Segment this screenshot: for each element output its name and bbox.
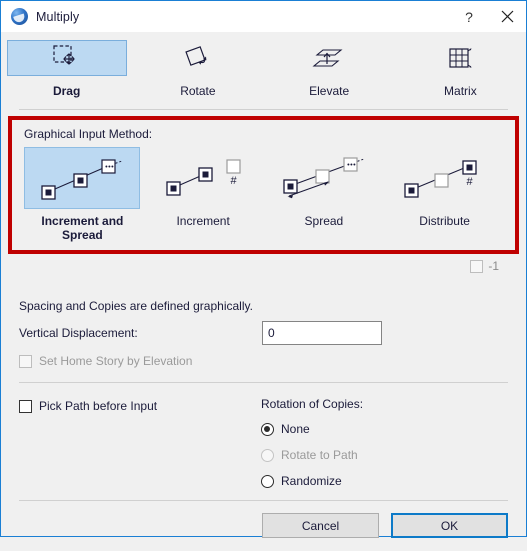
body-divider (19, 382, 508, 383)
radio-randomize[interactable] (261, 474, 274, 488)
close-icon (501, 10, 513, 23)
method-icon-box-distribute: # (387, 147, 503, 209)
matrix-icon (449, 48, 472, 68)
spread-icon (283, 157, 365, 199)
footer-divider (19, 500, 508, 501)
mode-icon-box-rotate (138, 40, 258, 76)
mode-tab-elevate[interactable]: Elevate (264, 40, 395, 102)
cancel-button[interactable]: Cancel (262, 513, 379, 538)
multiply-dialog: Multiply ? Drag Rotate Elevate Matrix Gr… (0, 0, 527, 538)
elevate-icon (312, 49, 343, 67)
help-button[interactable]: ? (450, 1, 488, 32)
increment-icon: # (166, 159, 241, 196)
mode-icon-box-drag (6, 40, 127, 76)
mode-tab-matrix[interactable]: Matrix (395, 40, 526, 102)
method-distribute[interactable]: # Distribute (384, 147, 505, 242)
mode-toolbar: Drag Rotate Elevate Matrix (1, 32, 526, 110)
mode-label-matrix: Matrix (444, 84, 477, 98)
minus-one-checkbox[interactable] (470, 259, 484, 273)
method-increment[interactable]: # Increment (143, 147, 264, 242)
vertical-displacement-input[interactable] (262, 321, 382, 345)
set-home-story-label: Set Home Story by Elevation (39, 354, 193, 368)
footer-buttons: Cancel OK (19, 513, 508, 538)
graphical-input-group-label: Graphical Input Method: (24, 127, 153, 141)
radio-label-rotate-to-path: Rotate to Path (281, 448, 358, 462)
ok-button[interactable]: OK (391, 513, 508, 538)
set-home-story-checkbox[interactable] (19, 354, 32, 368)
graphical-input-highlight: Graphical Input Method: Increment and Sp… (8, 116, 519, 254)
drag-icon (53, 45, 75, 65)
toolbar-divider (19, 109, 508, 110)
set-home-story-row[interactable]: Set Home Story by Elevation (19, 354, 508, 368)
method-icon-box-spread (266, 147, 382, 209)
options-columns: Pick Path before Input Rotation of Copie… (19, 397, 508, 500)
vertical-displacement-row: Vertical Displacement: (19, 321, 508, 345)
pick-path-label: Pick Path before Input (39, 399, 158, 413)
vertical-displacement-label: Vertical Displacement: (19, 326, 138, 340)
method-increment-and-spread[interactable]: Increment and Spread (22, 147, 143, 242)
mode-icon-box-elevate (269, 40, 389, 76)
radio-label-none: None (281, 422, 310, 436)
increment-and-spread-icon (41, 159, 123, 200)
app-logo-icon (11, 8, 28, 25)
radio-row-randomize[interactable]: Randomize (261, 474, 508, 488)
svg-text:#: # (466, 176, 473, 188)
method-label-spread: Spread (304, 214, 344, 228)
method-icon-box-increment: # (145, 147, 261, 209)
radio-none[interactable] (261, 422, 274, 436)
mode-label-drag: Drag (52, 84, 81, 98)
mode-tab-rotate[interactable]: Rotate (132, 40, 263, 102)
pick-path-checkbox[interactable] (19, 399, 32, 413)
mode-icon-box-matrix (400, 40, 520, 76)
dialog-body: Spacing and Copies are defined graphical… (1, 273, 526, 500)
method-spread[interactable]: Spread (264, 147, 385, 242)
radio-rotate-to-path[interactable] (261, 448, 274, 462)
title-bar: Multiply ? (1, 1, 526, 32)
method-label-distribute: Distribute (419, 214, 470, 228)
title-bar-buttons: ? (450, 1, 526, 32)
dialog-footer: Cancel OK (1, 500, 526, 551)
rotate-icon (185, 46, 207, 66)
graphical-input-group: Graphical Input Method: Increment and Sp… (12, 120, 515, 250)
distribute-icon: # (403, 160, 477, 198)
minus-one-label: -1 (488, 259, 499, 273)
pick-path-row[interactable]: Pick Path before Input (19, 399, 261, 413)
radio-row-rotate-to-path[interactable]: Rotate to Path (261, 448, 508, 462)
rotation-of-copies-title: Rotation of Copies: (261, 397, 364, 411)
method-label-increment-and-spread: Increment and Spread (41, 214, 124, 242)
options-right-column: Rotation of Copies: None Rotate to Path … (261, 397, 508, 500)
method-icon-box-increment-and-spread (24, 147, 141, 209)
radio-label-randomize: Randomize (281, 474, 342, 488)
mode-label-rotate: Rotate (180, 84, 216, 98)
method-label-increment: Increment (176, 214, 230, 228)
mode-label-elevate: Elevate (309, 84, 350, 98)
mode-tab-drag[interactable]: Drag (1, 40, 132, 102)
minus-one-row: -1 (1, 254, 526, 273)
svg-text:#: # (231, 175, 238, 187)
window-title: Multiply (36, 9, 80, 24)
options-left-column: Pick Path before Input (19, 397, 261, 500)
info-text: Spacing and Copies are defined graphical… (19, 299, 253, 313)
radio-row-none[interactable]: None (261, 422, 508, 436)
close-button[interactable] (488, 1, 526, 32)
